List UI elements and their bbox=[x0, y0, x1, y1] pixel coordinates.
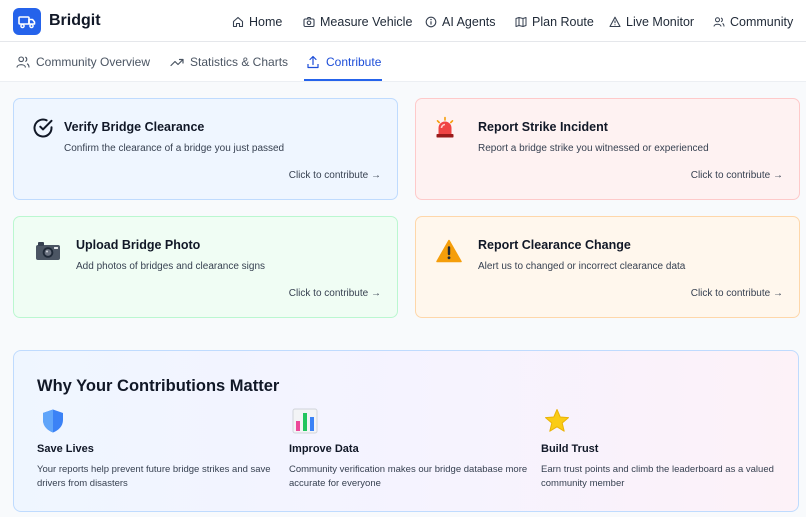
card-description: Alert us to changed or incorrect clearan… bbox=[478, 261, 686, 272]
camera-icon bbox=[303, 16, 315, 28]
upload-bridge-photo-card[interactable]: Upload Bridge Photo Add photos of bridge… bbox=[13, 216, 398, 318]
nav-label: Measure Vehicle bbox=[320, 15, 413, 29]
nav-live-monitor[interactable]: Live Monitor bbox=[609, 14, 694, 30]
warning-icon bbox=[436, 239, 462, 263]
section-title: Why Your Contributions Matter bbox=[37, 377, 280, 395]
nav-label: AI Agents bbox=[442, 15, 496, 29]
nav-label: Home bbox=[249, 15, 283, 29]
report-clearance-change-card[interactable]: Report Clearance Change Alert us to chan… bbox=[415, 216, 800, 318]
tab-label: Community Overview bbox=[36, 55, 151, 69]
contribute-link[interactable]: Click to contribute → bbox=[691, 288, 783, 299]
upload-icon bbox=[307, 55, 319, 69]
card-title: Report Clearance Change bbox=[478, 238, 631, 252]
nav-label: Plan Route bbox=[532, 15, 594, 29]
top-navbar: Bridgit Home Measure Vehicle AI Agents P… bbox=[0, 0, 806, 42]
benefit-title: Improve Data bbox=[289, 443, 359, 455]
tab-label: Contribute bbox=[326, 55, 382, 69]
star-icon bbox=[545, 409, 569, 432]
card-title: Verify Bridge Clearance bbox=[64, 120, 205, 134]
verify-bridge-clearance-card[interactable]: Verify Bridge Clearance Confirm the clea… bbox=[13, 98, 398, 200]
report-strike-incident-card[interactable]: Report Strike Incident Report a bridge s… bbox=[415, 98, 800, 200]
benefit-description: Your reports help prevent future bridge … bbox=[37, 464, 271, 489]
card-description: Add photos of bridges and clearance sign… bbox=[76, 261, 266, 272]
card-description: Report a bridge strike you witnessed or … bbox=[478, 143, 709, 154]
community-tabs: Community Overview Statistics & Charts C… bbox=[0, 42, 806, 82]
benefit-title: Save Lives bbox=[37, 443, 94, 455]
why-contributions-matter-section: Why Your Contributions Matter Save Lives… bbox=[13, 350, 799, 512]
tab-contribute[interactable]: Contribute bbox=[306, 53, 381, 71]
check-circle-icon bbox=[33, 118, 53, 138]
users-icon bbox=[713, 17, 725, 27]
map-icon bbox=[515, 17, 527, 27]
benefit-description: Earn trust points and climb the leaderbo… bbox=[541, 464, 774, 489]
nav-label: Community bbox=[730, 15, 794, 29]
info-icon bbox=[425, 16, 437, 28]
truck-icon[interactable] bbox=[13, 8, 41, 35]
contribute-link[interactable]: Click to contribute → bbox=[691, 170, 783, 181]
tab-label: Statistics & Charts bbox=[190, 55, 289, 69]
bar-chart-icon bbox=[292, 408, 318, 434]
benefit-description: Community verification makes our bridge … bbox=[289, 464, 528, 489]
benefit-title: Build Trust bbox=[541, 443, 599, 455]
tab-statistics-charts[interactable]: Statistics & Charts bbox=[170, 53, 288, 71]
nav-ai-agents[interactable]: AI Agents bbox=[425, 14, 496, 30]
nav-label: Live Monitor bbox=[626, 15, 695, 29]
users-icon bbox=[16, 56, 30, 68]
shield-icon bbox=[43, 409, 63, 433]
nav-plan-route[interactable]: Plan Route bbox=[515, 14, 594, 30]
nav-home[interactable]: Home bbox=[232, 14, 282, 30]
tab-community-overview[interactable]: Community Overview bbox=[16, 53, 150, 71]
card-title: Report Strike Incident bbox=[478, 120, 608, 134]
nav-community[interactable]: Community bbox=[713, 14, 793, 30]
contribute-link[interactable]: Click to contribute → bbox=[289, 288, 381, 299]
contribute-link[interactable]: Click to contribute → bbox=[289, 170, 381, 181]
siren-icon bbox=[436, 116, 454, 138]
card-description: Confirm the clearance of a bridge you ju… bbox=[64, 143, 285, 154]
camera-icon bbox=[36, 242, 60, 260]
card-title: Upload Bridge Photo bbox=[76, 238, 201, 252]
nav-measure-vehicle[interactable]: Measure Vehicle bbox=[303, 14, 412, 30]
brand-name[interactable]: Bridgit bbox=[49, 12, 101, 30]
trending-up-icon bbox=[170, 58, 184, 67]
home-icon bbox=[232, 16, 244, 28]
alert-triangle-icon bbox=[609, 16, 621, 28]
active-tab-indicator bbox=[304, 79, 382, 81]
